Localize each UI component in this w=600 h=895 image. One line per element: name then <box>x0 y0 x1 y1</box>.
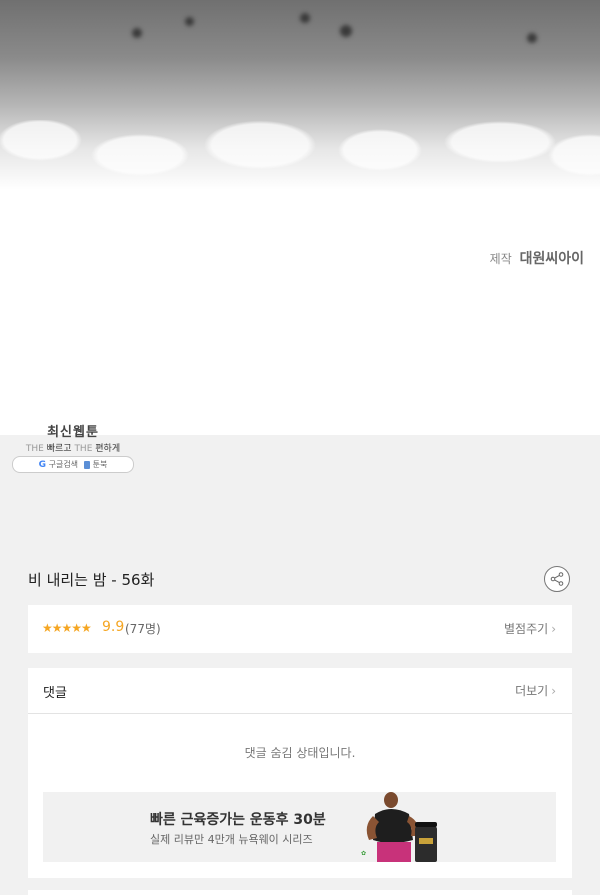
rate-button[interactable]: 별점주기 › <box>504 620 556 637</box>
book-label: 툰북 <box>92 460 108 469</box>
chevron-right-icon: › <box>551 622 556 636</box>
credit-studio-name: 대원씨아이 <box>519 251 584 267</box>
credit-prefix: 제작 <box>489 252 512 266</box>
search-label: 구글검색 <box>48 460 79 469</box>
ad-banner[interactable]: 빠른 근육증가는 운동후 30분 실제 리뷰만 4만개 뉴욕웨이 시리즈 ✿ <box>43 792 556 862</box>
comments-hidden-message: 댓글 숨김 상태입니다. <box>244 746 356 760</box>
promo-badge[interactable]: 최신웹툰 THE 빠르고 THE 편하게 G 구글검색 툰북 <box>12 421 134 473</box>
more-comments-button[interactable]: 더보기 › <box>515 682 556 699</box>
production-credit: 제작 대원씨아이 <box>490 248 584 268</box>
rating-score: 9.9 <box>102 619 125 635</box>
ink-spot <box>527 33 537 43</box>
promo-search-pill[interactable]: G 구글검색 툰북 <box>12 456 134 473</box>
promo-tagline: THE 빠르고 THE 편하게 <box>25 444 121 454</box>
ink-spot <box>300 13 310 23</box>
promo-title: 최신웹툰 <box>47 425 99 440</box>
next-card-edge <box>28 890 572 895</box>
ink-spot <box>132 28 142 38</box>
comic-panel: 제작 대원씨아이 <box>0 0 600 435</box>
google-icon: G <box>38 460 47 470</box>
protein-tub-image <box>415 822 437 862</box>
comments-title: 댓글 <box>43 686 67 701</box>
brand-logo: ✿ <box>361 850 367 857</box>
smoke-artwork <box>0 0 600 190</box>
chevron-right-icon: › <box>551 684 556 698</box>
ink-spot <box>185 17 194 26</box>
book-icon <box>84 460 91 469</box>
star-rating: ★★★★★ <box>42 621 92 635</box>
ad-title: 빠른 근육증가는 운동후 30분 <box>150 812 326 828</box>
rating-count: (77명) <box>125 622 161 636</box>
share-icon <box>550 572 564 586</box>
comments-card: 댓글 더보기 › 댓글 숨김 상태입니다. 빠른 근육증가는 운동후 30분 실제… <box>28 668 572 878</box>
episode-title: 비 내리는 밤 - 56화 <box>28 571 155 589</box>
more-label: 더보기 <box>515 684 549 698</box>
ink-spot <box>340 25 352 37</box>
rating-card: ★★★★★ 9.9 (77명) 별점주기 › <box>28 605 572 653</box>
share-button[interactable] <box>544 566 570 592</box>
rate-label: 별점주기 <box>504 622 549 636</box>
ad-subtitle: 실제 리뷰만 4만개 뉴욕웨이 시리즈 <box>150 833 313 846</box>
comments-header: 댓글 더보기 › <box>28 668 572 714</box>
